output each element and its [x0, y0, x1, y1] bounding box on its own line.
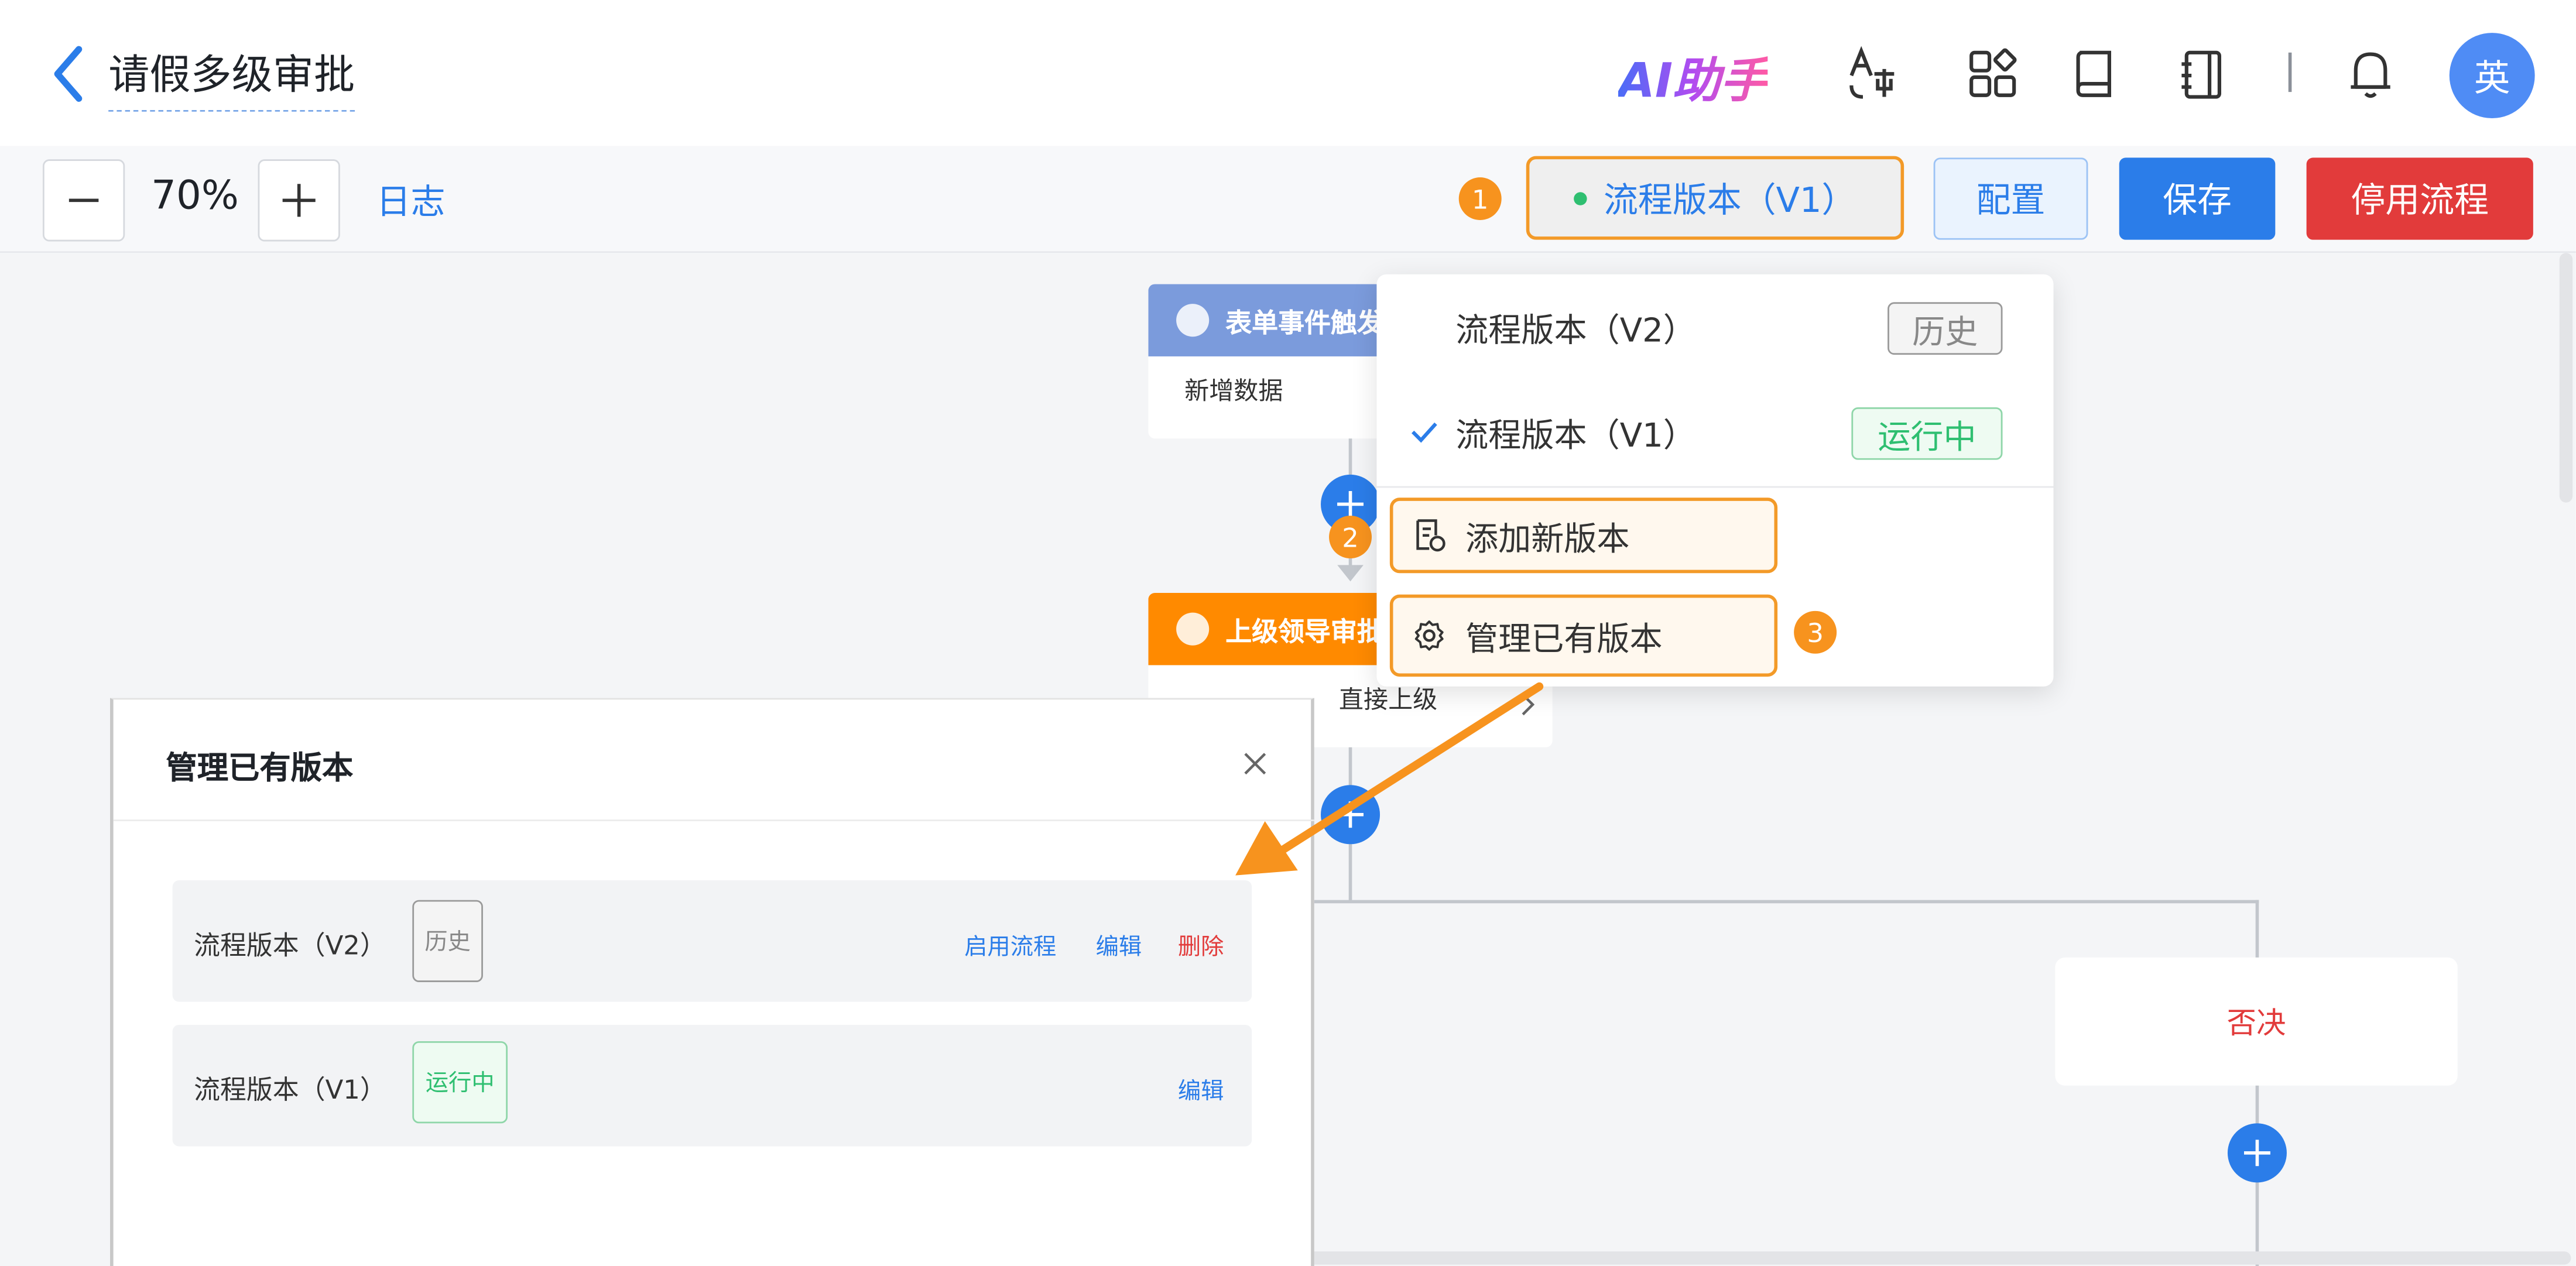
menu-divider [1376, 486, 2054, 488]
save-button[interactable]: 保存 [2119, 157, 2276, 240]
version-row: 流程版本（V2） 历史 启用流程 编辑 删除 [172, 880, 1252, 1002]
version-select-button[interactable]: 流程版本（V1） [1526, 156, 1904, 240]
running-tag: 运行中 [1851, 407, 2003, 460]
approval-node-assignee: 直接上级 [1338, 685, 1438, 715]
page-title: 请假多级审批 [108, 43, 355, 112]
app-window: 请假多级审批 AI助手 英 70% 日志 1 流程版本（V1） 配置 保存 停用… [0, 0, 2576, 1266]
log-link[interactable]: 日志 [376, 176, 446, 225]
back-arrow-icon[interactable] [49, 43, 88, 105]
zoom-in-button[interactable] [258, 159, 340, 242]
add-node-button[interactable] [1321, 785, 1381, 845]
vertical-scrollbar[interactable] [2559, 253, 2573, 503]
app-header: 请假多级审批 AI助手 英 [0, 0, 2576, 148]
manage-versions-item[interactable]: 管理已有版本 [1389, 594, 1778, 677]
approval-node-title: 上级领导审批 [1225, 616, 1383, 647]
version-row-label: 流程版本（V1） [194, 1074, 386, 1106]
header-divider [2288, 52, 2292, 92]
document-add-icon [1416, 519, 1445, 552]
book-icon[interactable] [2070, 46, 2123, 102]
checkmark-icon [1411, 422, 1437, 443]
notification-bell-icon[interactable] [2344, 46, 2397, 102]
user-avatar[interactable]: 英 [2449, 33, 2535, 119]
dialog-title: 管理已有版本 [166, 750, 354, 787]
add-new-version-item[interactable]: 添加新版本 [1389, 498, 1778, 574]
arrow-down-icon [1337, 565, 1364, 582]
config-button[interactable]: 配置 [1933, 157, 2088, 240]
version-select-label: 流程版本（V1） [1604, 180, 1856, 219]
version-option-v1[interactable]: 流程版本（V1） 运行中 [1376, 383, 2053, 485]
version-row: 流程版本（V1） 运行中 编辑 [172, 1024, 1252, 1147]
approval-icon [1176, 612, 1210, 646]
stop-flow-button[interactable]: 停用流程 [2306, 157, 2533, 240]
history-tag: 历史 [412, 900, 483, 982]
minus-icon [68, 198, 99, 203]
reject-node[interactable]: 否决 [2055, 957, 2458, 1086]
version-option-label: 流程版本（V2） [1455, 310, 1696, 350]
dialog-divider [113, 819, 1314, 821]
zoom-out-button[interactable] [42, 159, 125, 242]
toolbar: 70% 日志 1 流程版本（V1） 配置 保存 停用流程 [0, 146, 2576, 253]
add-node-button[interactable] [2227, 1123, 2287, 1183]
running-tag: 运行中 [412, 1041, 508, 1124]
ai-assistant-button[interactable]: AI助手 [1618, 43, 1768, 112]
callout-badge-2: 2 [1329, 516, 1372, 559]
version-dropdown-menu: 流程版本（V2） 历史 流程版本（V1） 运行中 添加新版本 管理已有版本 [1376, 274, 2054, 687]
manage-versions-label: 管理已有版本 [1465, 618, 1663, 658]
version-row-label: 流程版本（V2） [194, 929, 386, 961]
edit-link[interactable]: 编辑 [1178, 1074, 1224, 1107]
trigger-node-title: 表单事件触发 [1225, 307, 1383, 339]
version-option-v2[interactable]: 流程版本（V2） 历史 [1376, 277, 2053, 379]
notebook-icon[interactable] [2177, 46, 2229, 102]
zoom-level: 70% [151, 172, 239, 219]
running-status-dot [1574, 191, 1587, 205]
callout-badge-3: 3 [1794, 610, 1837, 654]
history-tag: 历史 [1888, 302, 2003, 355]
gear-icon [1414, 620, 1444, 651]
enable-flow-link[interactable]: 启用流程 [964, 929, 1056, 962]
apps-grid-icon[interactable] [1967, 46, 2019, 102]
delete-link[interactable]: 删除 [1178, 929, 1224, 962]
callout-badge-1: 1 [1458, 177, 1502, 221]
form-icon [1176, 304, 1210, 337]
chevron-right-icon [1522, 694, 1535, 716]
add-new-version-label: 添加新版本 [1465, 518, 1630, 558]
translate-icon[interactable] [1847, 46, 1899, 102]
manage-versions-dialog: 管理已有版本 流程版本（V2） 历史 启用流程 编辑 删除 流程版本（V1） 运… [110, 698, 1314, 1266]
edit-link[interactable]: 编辑 [1096, 929, 1142, 962]
plus-icon [282, 184, 316, 217]
connector-line [2255, 900, 2259, 959]
version-option-label: 流程版本（V1） [1455, 415, 1696, 455]
close-icon[interactable] [1241, 749, 1270, 779]
